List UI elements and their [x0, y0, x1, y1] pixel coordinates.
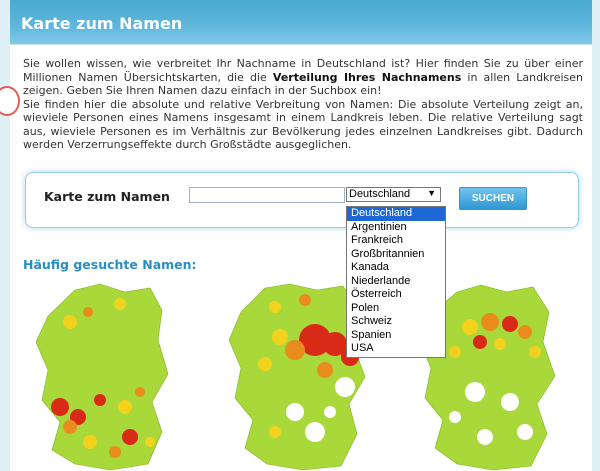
intro-p1-bold: Verteilung Ihres Nachnamens: [272, 70, 462, 84]
country-option[interactable]: Kanada: [347, 261, 445, 275]
name-search-input[interactable]: [189, 187, 345, 203]
country-option[interactable]: Schweiz: [347, 315, 445, 329]
country-option[interactable]: Argentinien: [347, 221, 445, 235]
country-dropdown-list: Deutschland Argentinien Frankreich Großb…: [346, 206, 446, 358]
chevron-down-icon: ▼: [427, 188, 436, 198]
popular-names-title: Häufig gesuchte Namen:: [23, 257, 197, 272]
country-select-value: Deutschland: [349, 188, 411, 200]
country-option[interactable]: Österreich: [347, 288, 445, 302]
page: Karte zum Namen Sie wollen wissen, wie v…: [0, 0, 592, 471]
intro-paragraph-2: Sie finden hier die absolute und relativ…: [23, 97, 583, 152]
country-option[interactable]: Großbritannien: [347, 248, 445, 262]
intro-text: Sie wollen wissen, wie verbreitet Ihr Na…: [23, 57, 583, 152]
country-option[interactable]: Niederlande: [347, 275, 445, 289]
search-box: Karte zum Namen Deutschland ▼ SUCHEN: [25, 172, 579, 228]
search-label: Karte zum Namen: [44, 189, 170, 204]
side-badge-icon: [0, 86, 20, 116]
intro-paragraph-1: Sie wollen wissen, wie verbreitet Ihr Na…: [23, 57, 583, 98]
country-option[interactable]: Spanien: [347, 329, 445, 343]
search-button[interactable]: SUCHEN: [459, 187, 527, 210]
country-option[interactable]: Frankreich: [347, 234, 445, 248]
popular-names-maps: [10, 282, 592, 471]
country-option[interactable]: Polen: [347, 302, 445, 316]
country-select[interactable]: Deutschland ▼: [346, 187, 441, 202]
country-option[interactable]: Deutschland: [347, 207, 445, 221]
name-map-1[interactable]: [30, 282, 180, 471]
title-bar: Karte zum Namen: [10, 0, 592, 45]
country-option[interactable]: USA: [347, 342, 445, 356]
page-title: Karte zum Namen: [21, 14, 183, 33]
